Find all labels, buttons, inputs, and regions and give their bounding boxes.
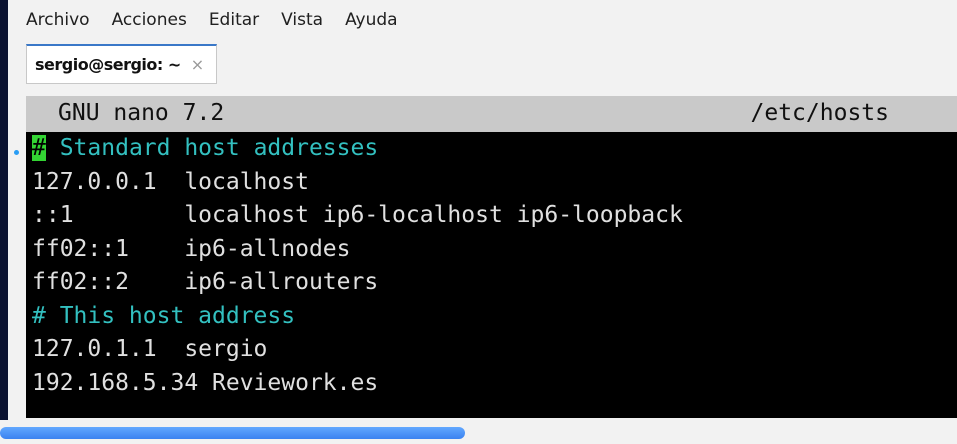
menu-vista[interactable]: Vista bbox=[281, 10, 323, 30]
file-line: 192.168.5.34 Reviework.es bbox=[32, 369, 379, 396]
menu-bar: Archivo Acciones Editar Vista Ayuda bbox=[26, 0, 420, 40]
nano-title-bar: GNU nano 7.2 /etc/hosts bbox=[26, 96, 957, 132]
tab-label: sergio@sergio: ~ bbox=[35, 55, 181, 74]
file-line: # This host address bbox=[32, 302, 296, 329]
menu-acciones[interactable]: Acciones bbox=[112, 10, 187, 30]
terminal-window: Archivo Acciones Editar Vista Ayuda serg… bbox=[0, 0, 957, 444]
file-line: 127.0.1.1 sergio bbox=[32, 336, 268, 362]
desktop-panel-edge bbox=[0, 0, 20, 444]
close-icon[interactable]: × bbox=[191, 55, 204, 74]
text-cursor: # bbox=[32, 135, 46, 161]
file-line: ff02::2 ip6-allrouters bbox=[32, 269, 379, 295]
file-line: # Standard host addresses bbox=[32, 132, 957, 166]
terminal-view[interactable]: GNU nano 7.2 /etc/hosts # Standard host … bbox=[26, 96, 957, 418]
line-text: Standard host addresses bbox=[45, 135, 379, 161]
file-line: ::1 localhost ip6-localhost ip6-loopback bbox=[32, 202, 683, 228]
menu-ayuda[interactable]: Ayuda bbox=[345, 10, 398, 30]
panel-dot-icon bbox=[14, 150, 19, 155]
horizontal-scrollbar[interactable] bbox=[0, 427, 465, 439]
nano-filename: /etc/hosts bbox=[750, 100, 889, 127]
file-line: 127.0.0.1 localhost bbox=[32, 168, 309, 195]
tab-terminal-session[interactable]: sergio@sergio: ~ × bbox=[26, 44, 217, 84]
desktop-panel-bar bbox=[0, 0, 8, 420]
tab-bar: sergio@sergio: ~ × bbox=[26, 44, 217, 84]
menu-archivo[interactable]: Archivo bbox=[26, 10, 90, 30]
menu-editar[interactable]: Editar bbox=[209, 10, 259, 30]
file-line: ff02::1 ip6-allnodes bbox=[32, 235, 351, 262]
file-content[interactable]: # Standard host addresses 127.0.0.1 loca… bbox=[26, 132, 957, 400]
nano-version: GNU nano 7.2 bbox=[58, 100, 225, 127]
